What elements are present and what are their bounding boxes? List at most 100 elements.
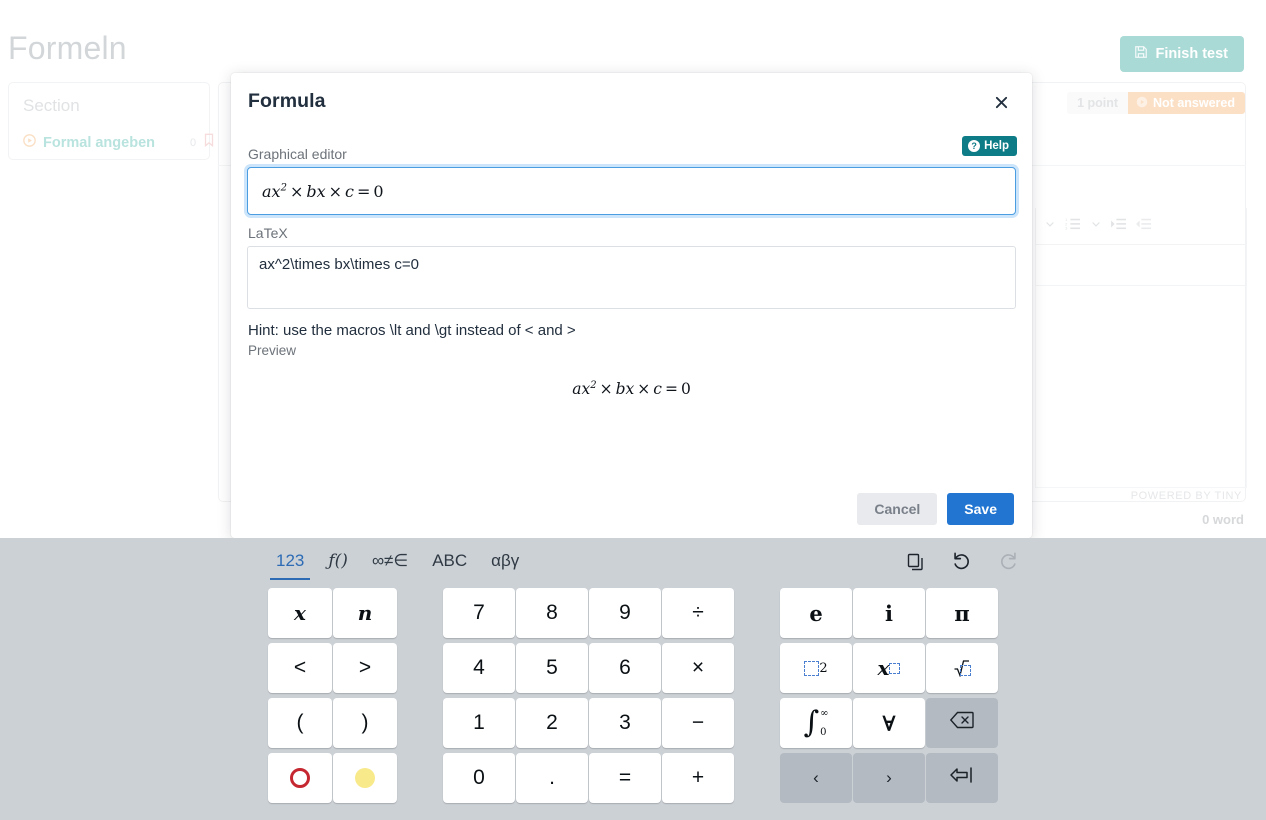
status-badge: 1 point Not answered — [1067, 92, 1245, 114]
integral-template-icon: ∫ ∞ 0 — [803, 705, 829, 740]
redo-icon — [997, 550, 1020, 578]
key-2[interactable]: 2 — [516, 698, 588, 748]
key-template-integral[interactable]: ∫ ∞ 0 — [780, 698, 852, 748]
finish-test-label: Finish test — [1155, 46, 1228, 62]
key-cursor-right[interactable]: › — [853, 753, 925, 803]
page-title: Formeln — [8, 30, 127, 66]
latex-hint: Hint: use the macros \lt and \gt instead… — [248, 322, 576, 339]
key-backspace[interactable] — [926, 698, 998, 748]
rich-text-body[interactable] — [1035, 286, 1247, 488]
key-3[interactable]: 3 — [589, 698, 661, 748]
keyboard-tabs: 123 ƒ() ∞≠∈ ABC αβγ — [0, 538, 1266, 580]
key-e[interactable]: e — [780, 588, 852, 638]
preview-value: ax2 × bx × c = 0 — [572, 380, 691, 399]
preview-label: Preview — [248, 343, 297, 358]
key-multiply[interactable]: × — [662, 643, 734, 693]
outdent-icon[interactable] — [1136, 217, 1152, 236]
key-n[interactable]: n — [333, 588, 397, 638]
latex-label: LaTeX — [248, 225, 288, 241]
graphical-editor-input[interactable]: ax2 × bx × c = 0 — [247, 167, 1016, 215]
undo-icon[interactable] — [950, 550, 973, 578]
tab-greek[interactable]: αβγ — [479, 546, 531, 580]
key-for-all[interactable]: ∀ — [853, 698, 925, 748]
word-count: 0 word — [1202, 512, 1244, 527]
key-open-paren[interactable]: ( — [268, 698, 332, 748]
tab-abc[interactable]: ABC — [420, 546, 479, 580]
key-imaginary-i[interactable]: i — [853, 588, 925, 638]
formula-preview: ax2 × bx × c = 0 — [247, 380, 1016, 399]
key-minus[interactable]: − — [662, 698, 734, 748]
rich-text-body-row — [1035, 245, 1247, 286]
task-count: 0 — [190, 136, 197, 149]
dialog-body: Graphical editor ax2×bx×c=0 LaTeX Hint: … — [231, 146, 1032, 399]
key-1[interactable]: 1 — [443, 698, 515, 748]
not-answered-icon — [1136, 96, 1148, 111]
formula-dialog: Formula ? Help Graphical editor ax2 × bx × c… — [231, 73, 1032, 538]
svg-text:3: 3 — [1065, 225, 1068, 230]
key-template-power[interactable]: x — [853, 643, 925, 693]
task-label: Formal angeben — [43, 134, 155, 151]
key-divide[interactable]: ÷ — [662, 588, 734, 638]
numbered-list-icon[interactable]: 1 2 3 — [1065, 217, 1081, 236]
app-root: Formeln Finish test Section Formal angeb… — [0, 0, 1266, 820]
key-decimal-point[interactable]: . — [516, 753, 588, 803]
key-less-than[interactable]: < — [268, 643, 332, 693]
key-group-numpad: 7 8 9 ÷ 4 5 6 × 1 2 3 − 0 . = + — [443, 586, 734, 820]
cancel-button[interactable]: Cancel — [857, 493, 938, 525]
key-9[interactable]: 9 — [589, 588, 661, 638]
section-label: Section — [23, 96, 80, 115]
tab-numbers[interactable]: 123 — [264, 546, 316, 580]
key-close-paren[interactable]: ) — [333, 698, 397, 748]
tab-relations[interactable]: ∞≠∈ — [360, 546, 420, 580]
rich-text-toolbar: 1 2 3 — [1035, 208, 1247, 245]
key-cursor-left[interactable]: ‹ — [780, 753, 852, 803]
powered-by-label: POWERED BY TINY — [1130, 490, 1242, 502]
save-button[interactable]: Save — [947, 493, 1014, 525]
key-4[interactable]: 4 — [443, 643, 515, 693]
key-7[interactable]: 7 — [443, 588, 515, 638]
key-enter[interactable] — [926, 753, 998, 803]
key-x[interactable]: x — [268, 588, 332, 638]
square-template-icon: 2 — [804, 660, 828, 676]
points-label: 1 point — [1067, 92, 1129, 114]
key-greater-than[interactable]: > — [333, 643, 397, 693]
keyboard-tools — [906, 550, 1020, 578]
close-icon[interactable] — [988, 89, 1014, 115]
math-keyboard: 123 ƒ() ∞≠∈ ABC αβγ x n < > () 7 8 9 ÷ … — [0, 538, 1266, 820]
play-circle-icon — [23, 133, 36, 152]
yellow-circle-icon — [355, 768, 375, 788]
enter-arrow-icon — [949, 765, 975, 791]
backspace-icon — [949, 711, 974, 735]
dialog-title: Formula — [248, 90, 326, 112]
key-template-square[interactable]: 2 — [780, 643, 852, 693]
red-circle-icon — [290, 768, 310, 788]
key-8[interactable]: 8 — [516, 588, 588, 638]
sidebar-item-formal-angeben[interactable]: Formal angeben 0 — [23, 133, 214, 152]
keyboard-keys: x n < > ( ) 7 8 9 ÷ 4 5 6 × 1 2 3 − 0 . … — [0, 586, 1266, 820]
key-6[interactable]: 6 — [589, 643, 661, 693]
key-equals[interactable]: = — [589, 753, 661, 803]
indent-icon[interactable] — [1111, 217, 1127, 236]
tab-functions[interactable]: ƒ() — [316, 546, 360, 580]
dialog-actions: Cancel Save — [857, 493, 1014, 525]
sqrt-template-icon — [954, 659, 971, 677]
key-5[interactable]: 5 — [516, 643, 588, 693]
key-group-symbols: e i π 2 x ∫ ∞ 0 ∀ ‹ › — [780, 586, 998, 820]
copy-icon[interactable] — [906, 552, 926, 577]
key-color-yellow[interactable] — [333, 753, 397, 803]
finish-test-button[interactable]: Finish test — [1120, 36, 1244, 72]
dialog-header: Formula — [231, 73, 1032, 128]
latex-input[interactable] — [247, 246, 1016, 309]
key-group-variables: x n < > ( ) — [268, 586, 397, 820]
bookmark-icon[interactable] — [203, 133, 215, 152]
key-0[interactable]: 0 — [443, 753, 515, 803]
key-color-red[interactable] — [268, 753, 332, 803]
power-template-icon: x — [878, 656, 901, 680]
key-plus[interactable]: + — [662, 753, 734, 803]
key-pi[interactable]: π — [926, 588, 998, 638]
chevron-down-icon[interactable] — [1044, 217, 1056, 235]
chevron-down-icon-2[interactable] — [1090, 217, 1102, 235]
key-template-sqrt[interactable] — [926, 643, 998, 693]
graphical-editor-value: ax2 × bx × c = 0 — [262, 181, 384, 201]
save-icon — [1134, 45, 1148, 63]
